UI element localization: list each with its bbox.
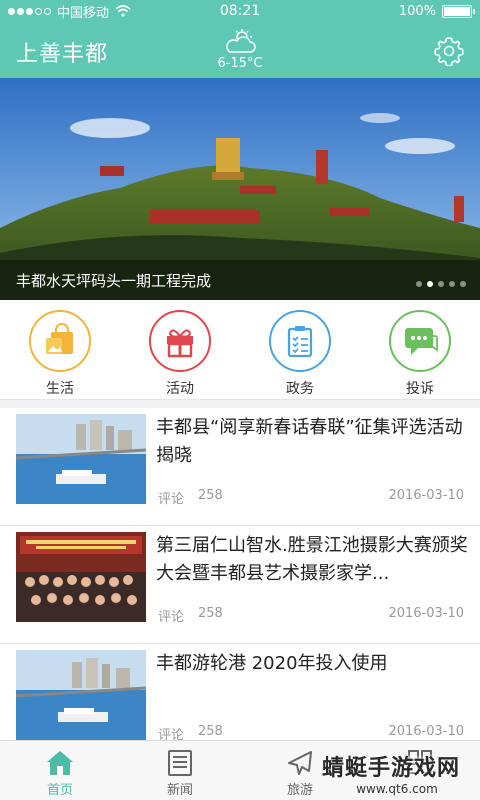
app-title: 上善丰都 xyxy=(16,42,109,67)
carousel-indicator[interactable] xyxy=(416,281,466,287)
tab-home-label: 首页 xyxy=(46,783,73,798)
plane-icon xyxy=(288,751,312,775)
tab-travel-label: 旅游 xyxy=(286,783,313,798)
news-icon xyxy=(168,750,192,776)
news-list: 丰都县“阅享新春话春联”征集评选活动揭晓 评论 258 2016-03-10 第三… xyxy=(0,408,480,762)
section-divider xyxy=(0,400,480,408)
tab-news-label: 新闻 xyxy=(166,783,193,798)
news-meta: 评论 258 2016-03-10 xyxy=(158,488,464,507)
news-title: 丰都县“阅享新春话春联”征集评选活动揭晓 xyxy=(156,417,463,466)
quick-nav-complaint-label: 投诉 xyxy=(406,381,434,397)
site-watermark: 蜻蜓手游戏网 www.qt6.com xyxy=(322,750,472,796)
gift-icon xyxy=(167,329,193,358)
wifi-icon xyxy=(115,5,131,17)
comment-label: 评论 xyxy=(158,492,185,507)
carrier-name: 中国移动 xyxy=(57,5,110,21)
quick-nav-complaint[interactable]: 投诉 xyxy=(360,300,480,399)
news-thumbnail xyxy=(16,532,146,622)
quick-nav-activity-circle xyxy=(149,310,211,372)
news-title: 丰都游轮港 2020年投入使用 xyxy=(156,653,388,674)
banner-carousel[interactable]: 丰都水天坪码头一期工程完成 xyxy=(0,78,480,300)
carousel-dot[interactable] xyxy=(416,281,422,287)
comment-count: 258 xyxy=(198,488,223,503)
weather-temperature: 6-15°C xyxy=(217,56,263,71)
banner-caption: 丰都水天坪码头一期工程完成 xyxy=(0,260,480,300)
battery-icon xyxy=(442,4,475,18)
status-time: 08:21 xyxy=(219,3,261,19)
comment-count: 258 xyxy=(198,606,223,621)
news-date: 2016-03-10 xyxy=(388,488,464,503)
quick-nav-complaint-circle xyxy=(389,310,451,372)
news-meta: 评论 258 2016-03-10 xyxy=(158,606,464,625)
news-thumbnail xyxy=(16,650,146,740)
clipboard-icon xyxy=(287,326,313,358)
quick-nav-life[interactable]: 生活 xyxy=(0,300,120,399)
signal-strength-icon xyxy=(8,7,51,15)
carousel-dot[interactable] xyxy=(438,281,444,287)
battery-percent: 100% xyxy=(398,3,436,19)
comment-label: 评论 xyxy=(158,610,185,625)
quick-nav-government-circle xyxy=(269,310,331,372)
quick-nav-life-label: 生活 xyxy=(46,381,74,397)
watermark-text: 蜻蜓手游戏网 xyxy=(322,756,461,781)
quick-nav-activity-label: 活动 xyxy=(166,381,194,397)
app-header: 上善丰都 6-15°C xyxy=(0,22,480,78)
quick-nav-government-label: 政务 xyxy=(286,381,314,397)
chat-bubble-icon xyxy=(405,328,438,355)
status-bar: 中国移动 08:21 100% xyxy=(0,0,480,22)
news-list-item[interactable]: 第三届仁山智水.胜景江池摄影大赛颁奖大会暨丰都县艺术摄影家学... 评论 258 … xyxy=(0,526,480,644)
news-date: 2016-03-10 xyxy=(388,606,464,621)
carousel-dot[interactable] xyxy=(449,281,455,287)
gear-icon[interactable] xyxy=(434,36,464,66)
cloudy-icon xyxy=(226,29,256,53)
weather-widget[interactable]: 6-15°C xyxy=(210,28,270,71)
carousel-dot[interactable] xyxy=(460,281,466,287)
tab-home[interactable]: 首页 xyxy=(0,741,120,800)
shopping-bag-icon xyxy=(46,323,73,354)
tab-news[interactable]: 新闻 xyxy=(120,741,240,800)
carousel-dot[interactable] xyxy=(427,281,433,287)
quick-nav: 生活 活动 政务 投诉 xyxy=(0,300,480,400)
news-thumbnail xyxy=(16,414,146,504)
news-list-item[interactable]: 丰都县“阅享新春话春联”征集评选活动揭晓 评论 258 2016-03-10 xyxy=(0,408,480,526)
news-title: 第三届仁山智水.胜景江池摄影大赛颁奖大会暨丰都县艺术摄影家学... xyxy=(156,535,468,584)
quick-nav-activity[interactable]: 活动 xyxy=(120,300,240,399)
quick-nav-government[interactable]: 政务 xyxy=(240,300,360,399)
watermark-url: www.qt6.com xyxy=(356,782,438,796)
home-icon xyxy=(47,751,73,775)
quick-nav-life-circle xyxy=(29,310,91,372)
